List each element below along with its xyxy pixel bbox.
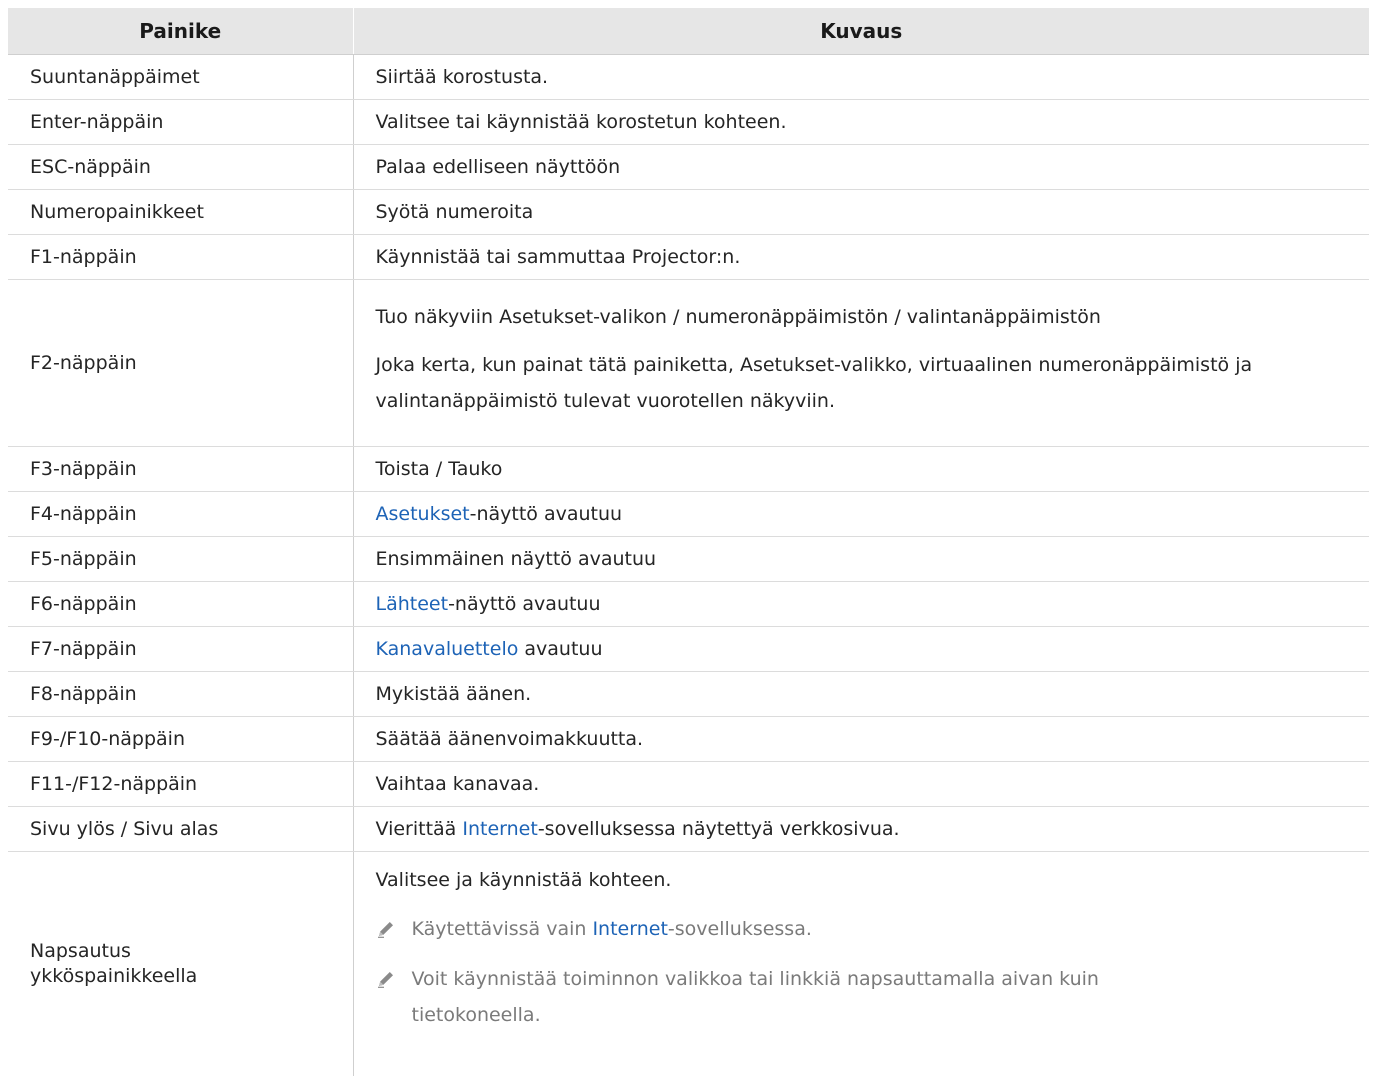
table-row: Suuntanäppäimet Siirtää korostusta.	[8, 55, 1369, 100]
table-row: F7-näppäin Kanavaluettelo avautuu	[8, 627, 1369, 672]
description-text: -näyttö avautuu	[448, 593, 600, 615]
row-description: Siirtää korostusta.	[353, 55, 1369, 100]
description-paragraph: Valitsee ja käynnistää kohteen.	[376, 868, 1350, 893]
pencil-icon	[376, 911, 412, 947]
table-row: F8-näppäin Mykistää äänen.	[8, 672, 1369, 717]
pencil-icon	[376, 961, 412, 997]
row-description: Valitsee tai käynnistää korostetun kohte…	[353, 100, 1369, 145]
table-row: F2-näppäin Tuo näkyviin Asetukset-valiko…	[8, 280, 1369, 447]
row-description: Syötä numeroita	[353, 190, 1369, 235]
row-key: F3-näppäin	[8, 447, 353, 492]
table-row: Napsautus ykköspainikkeella Valitsee ja …	[8, 852, 1369, 1076]
row-description: Vierittää Internet-sovelluksessa näytett…	[353, 807, 1369, 852]
row-description: Säätää äänenvoimakkuutta.	[353, 717, 1369, 762]
row-description: Ensimmäinen näyttö avautuu	[353, 537, 1369, 582]
internet-link[interactable]: Internet	[592, 918, 667, 940]
row-key: Suuntanäppäimet	[8, 55, 353, 100]
row-key: Numeropainikkeet	[8, 190, 353, 235]
note-text: Käytettävissä vain Internet-sovelluksess…	[412, 911, 1350, 947]
row-description: Käynnistää tai sammuttaa Projector:n.	[353, 235, 1369, 280]
description-text: -näyttö avautuu	[470, 503, 622, 525]
description-paragraph: Joka kerta, kun painat tätä painiketta, …	[376, 347, 1350, 419]
row-description: Palaa edelliseen näyttöön	[353, 145, 1369, 190]
table-row: F6-näppäin Lähteet-näyttö avautuu	[8, 582, 1369, 627]
column-header-button: Painike	[8, 8, 353, 55]
description-text: -sovelluksessa näytettyä verkkosivua.	[538, 818, 900, 840]
row-description: Kanavaluettelo avautuu	[353, 627, 1369, 672]
table-row: Sivu ylös / Sivu alas Vierittää Internet…	[8, 807, 1369, 852]
row-description: Mykistää äänen.	[353, 672, 1369, 717]
row-key: F2-näppäin	[8, 280, 353, 447]
table-row: Numeropainikkeet Syötä numeroita	[8, 190, 1369, 235]
row-description: Valitsee ja käynnistää kohteen. Käytettä…	[353, 852, 1369, 1076]
row-description: Lähteet-näyttö avautuu	[353, 582, 1369, 627]
row-key: F8-näppäin	[8, 672, 353, 717]
table-row: F3-näppäin Toista / Tauko	[8, 447, 1369, 492]
table-row: F11-/F12-näppäin Vaihtaa kanavaa.	[8, 762, 1369, 807]
note: Käytettävissä vain Internet-sovelluksess…	[376, 911, 1350, 947]
row-description: Tuo näkyviin Asetukset-valikon / numeron…	[353, 280, 1369, 447]
note-text: Voit käynnistää toiminnon valikkoa tai l…	[412, 961, 1192, 1033]
row-key: F7-näppäin	[8, 627, 353, 672]
row-key-line: Napsautus	[30, 939, 353, 964]
table-row: ESC-näppäin Palaa edelliseen näyttöön	[8, 145, 1369, 190]
row-key: F11-/F12-näppäin	[8, 762, 353, 807]
row-description: Asetukset-näyttö avautuu	[353, 492, 1369, 537]
settings-link[interactable]: Asetukset	[376, 503, 470, 525]
sources-link[interactable]: Lähteet	[376, 593, 449, 615]
note: Voit käynnistää toiminnon valikkoa tai l…	[376, 961, 1350, 1033]
internet-link[interactable]: Internet	[462, 818, 537, 840]
table-row: F9-/F10-näppäin Säätää äänenvoimakkuutta…	[8, 717, 1369, 762]
table-row: F4-näppäin Asetukset-näyttö avautuu	[8, 492, 1369, 537]
description-text: avautuu	[518, 638, 602, 660]
row-key: F6-näppäin	[8, 582, 353, 627]
row-key: ESC-näppäin	[8, 145, 353, 190]
row-key: F5-näppäin	[8, 537, 353, 582]
table-row: F1-näppäin Käynnistää tai sammuttaa Proj…	[8, 235, 1369, 280]
row-key: Sivu ylös / Sivu alas	[8, 807, 353, 852]
key-function-table: Painike Kuvaus Suuntanäppäimet Siirtää k…	[8, 8, 1369, 1076]
row-key: F9-/F10-näppäin	[8, 717, 353, 762]
row-key: F4-näppäin	[8, 492, 353, 537]
row-key: Napsautus ykköspainikkeella	[8, 852, 353, 1076]
table-header-row: Painike Kuvaus	[8, 8, 1369, 55]
row-key: Enter-näppäin	[8, 100, 353, 145]
channel-list-link[interactable]: Kanavaluettelo	[376, 638, 519, 660]
table-row: Enter-näppäin Valitsee tai käynnistää ko…	[8, 100, 1369, 145]
table-row: F5-näppäin Ensimmäinen näyttö avautuu	[8, 537, 1369, 582]
row-key: F1-näppäin	[8, 235, 353, 280]
description-text: Vierittää	[376, 818, 463, 840]
note-text-part: Käytettävissä vain	[412, 918, 593, 940]
row-description: Toista / Tauko	[353, 447, 1369, 492]
note-text-part: -sovelluksessa.	[668, 918, 812, 940]
column-header-description: Kuvaus	[353, 8, 1369, 55]
description-paragraph: Tuo näkyviin Asetukset-valikon / numeron…	[376, 305, 1350, 330]
row-key-line: ykköspainikkeella	[30, 964, 353, 989]
row-description: Vaihtaa kanavaa.	[353, 762, 1369, 807]
